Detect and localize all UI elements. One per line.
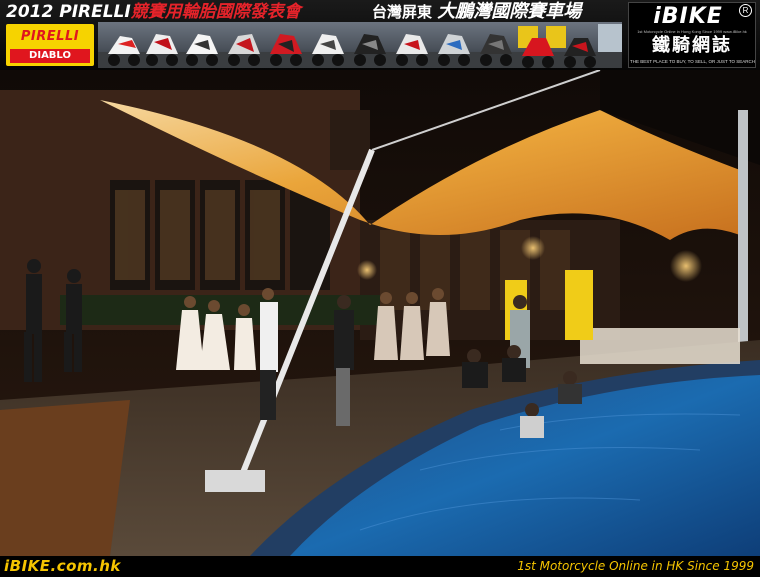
footer-tagline: 1st Motorcycle Online in HK Since 1999 (517, 559, 754, 573)
footer-bar: iBIKE.com.hk 1st Motorcycle Online in HK… (0, 556, 760, 577)
banner-venue: 台灣屏東 大鵬灣國際賽車場 (372, 2, 581, 22)
footer-logo[interactable]: iBIKE.com.hk (4, 556, 121, 577)
ibike-logo-chinese-name: 鐵騎網誌 (652, 35, 732, 56)
title-event: 競賽用輪胎國際發表會 (130, 2, 301, 22)
buffet-table (580, 328, 740, 364)
ibike-logo-slogan: THE BEST PLACE TO BUY, TO SELL, OR JUST … (630, 59, 756, 64)
venue-region: 台灣屏東 (372, 3, 433, 21)
pirelli-logo-sub: DIABLO (10, 49, 90, 63)
wood-deck (0, 400, 130, 556)
ibike-logo-name: iBIKE (653, 4, 723, 29)
pirelli-logo-name: PIRELLI (20, 29, 80, 44)
venue-name: 大鵬灣國際賽車場 (437, 1, 582, 22)
registered-mark: R (739, 4, 752, 17)
event-photo (0, 70, 760, 556)
ibike-logo-small-line: 1st Motorcycle Online in Hong Kong Since… (637, 29, 747, 34)
motorcycle-strip-image (98, 22, 622, 68)
strut-base (205, 470, 265, 492)
title-year: 2012 PIRELLI (6, 2, 131, 22)
pirelli-flag (565, 270, 593, 340)
ibike-logo: iBIKE R 1st Motorcycle Online in Hong Ko… (628, 2, 756, 68)
header-banner: 2012 PIRELLI競賽用輪胎國際發表會 台灣屏東 大鵬灣國際賽車場 PIR… (0, 0, 760, 70)
pirelli-diablo-logo: PIRELLI DIABLO (6, 24, 94, 66)
banner-title: 2012 PIRELLI競賽用輪胎國際發表會 (6, 2, 301, 22)
